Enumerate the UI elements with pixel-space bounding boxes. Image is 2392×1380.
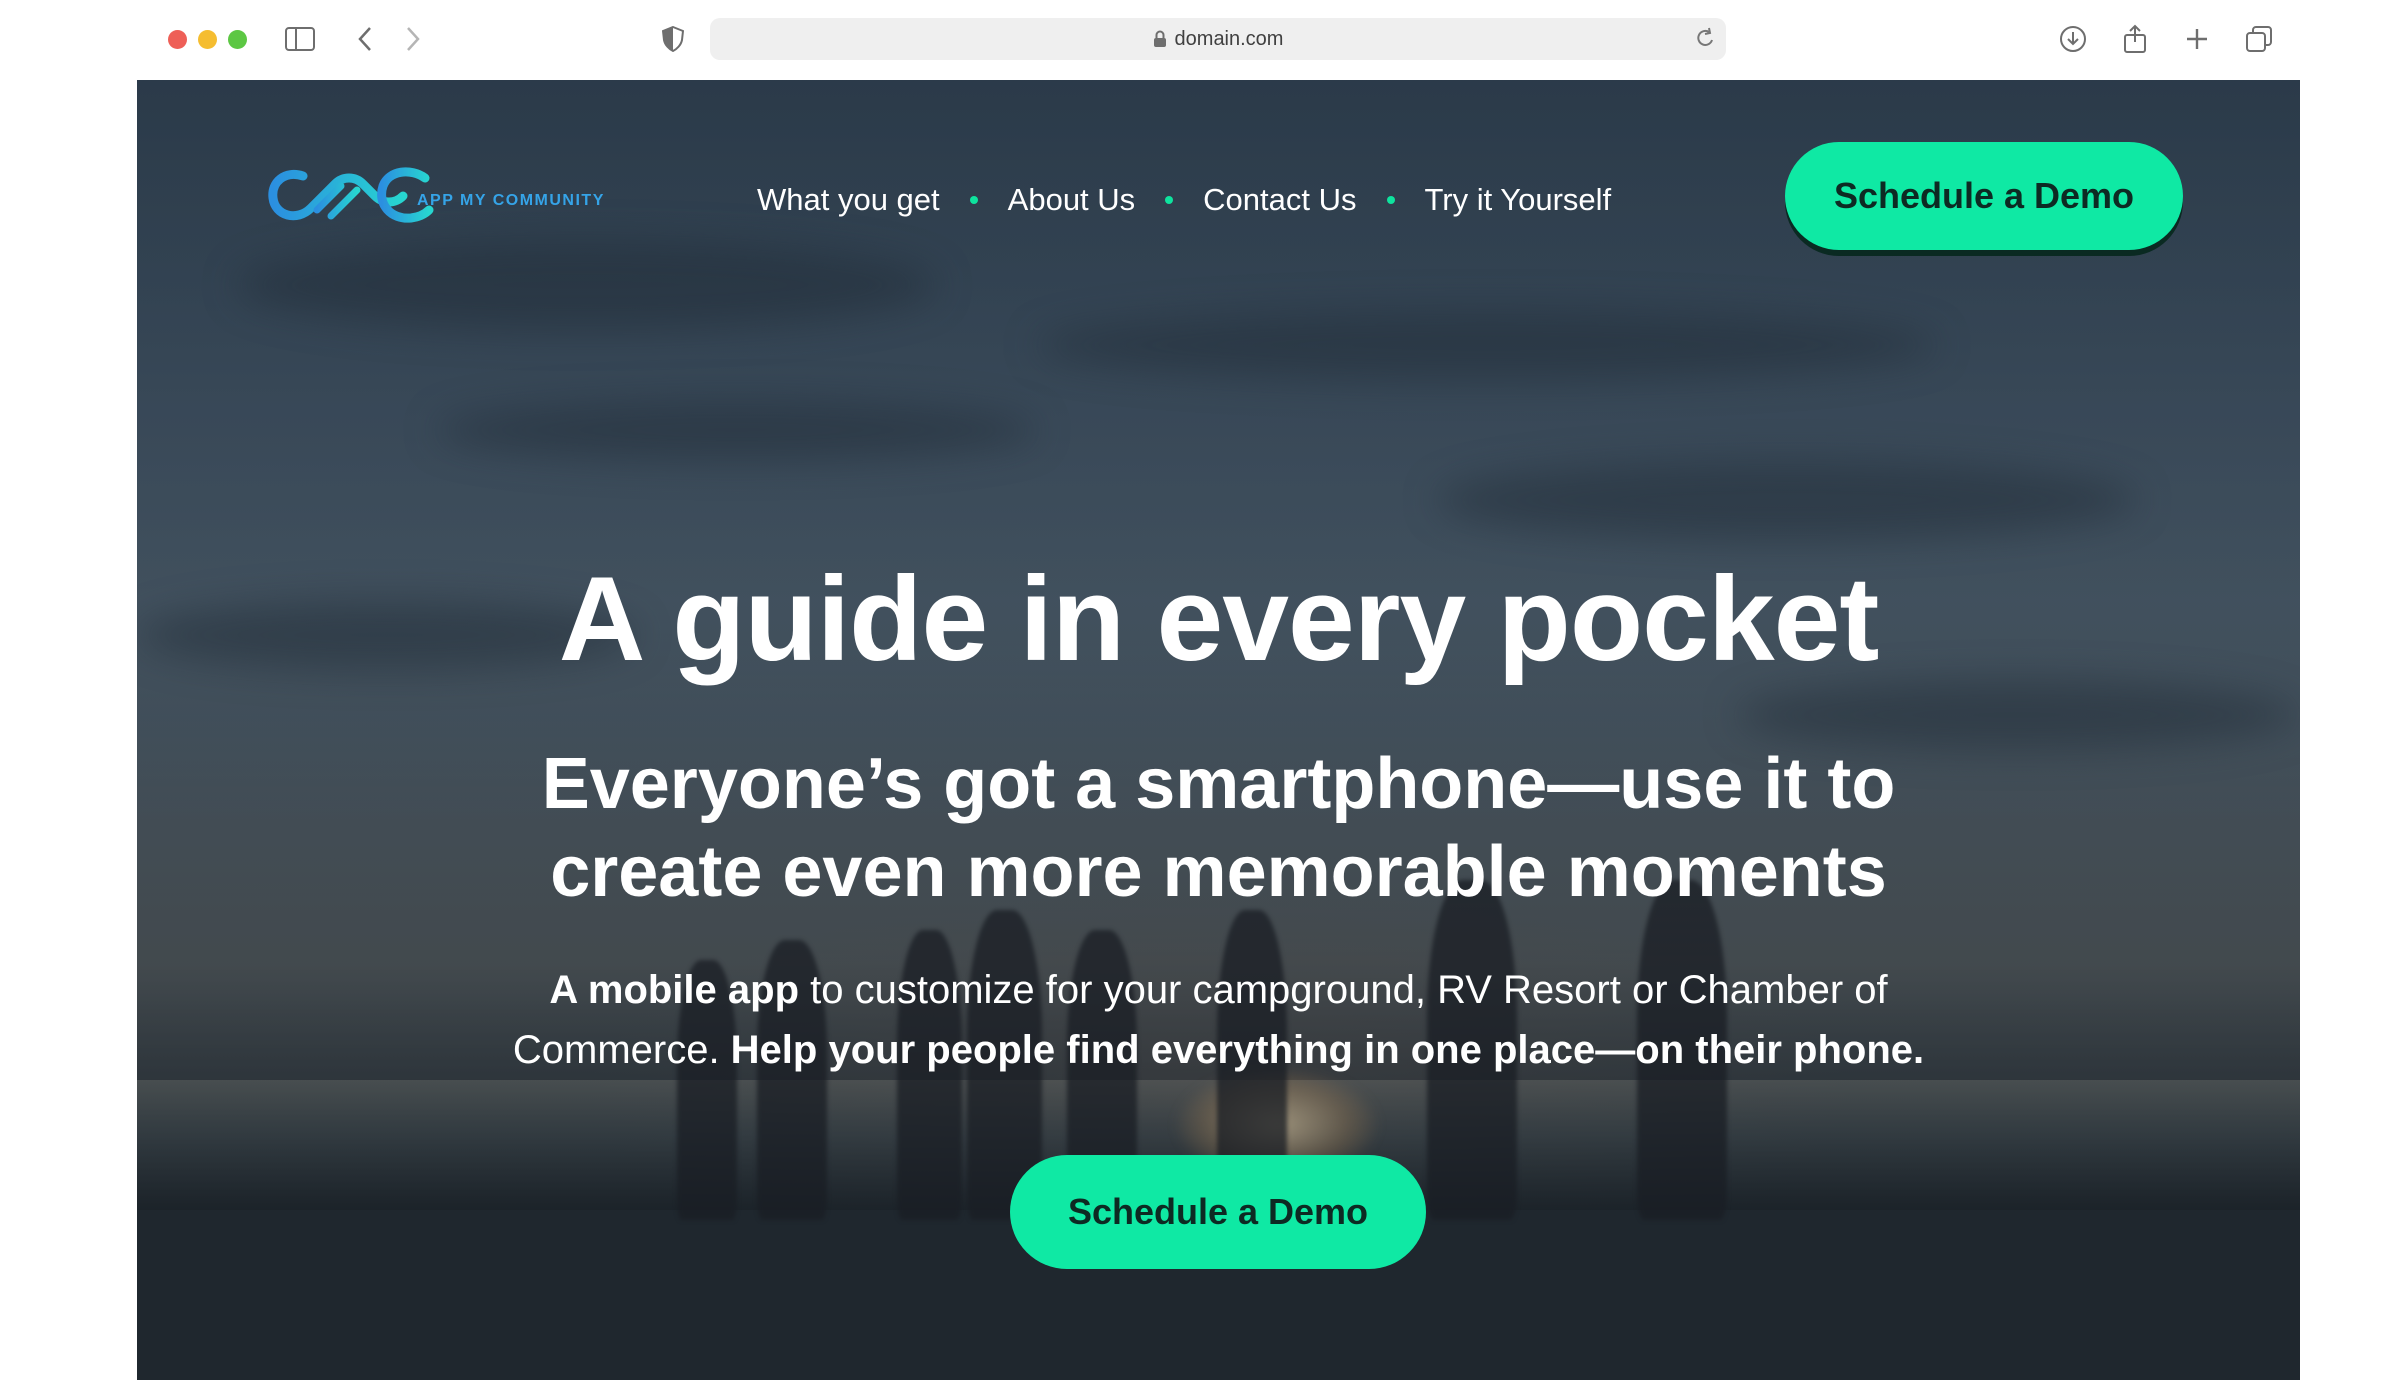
nav-separator-dot: [969, 196, 978, 204]
nav-contact-us[interactable]: Contact Us: [1203, 182, 1356, 218]
new-tab-icon[interactable]: [2180, 22, 2214, 56]
nav-what-you-get[interactable]: What you get: [757, 182, 940, 218]
tabs-overview-icon[interactable]: [2242, 22, 2276, 56]
logo-mark-icon: [268, 167, 434, 223]
privacy-shield-icon[interactable]: [656, 22, 690, 56]
hero-section: APP MY COMMUNITY What you get About Us C…: [137, 80, 2300, 1380]
minimize-window-button[interactable]: [198, 30, 217, 49]
sidebar-icon[interactable]: [283, 22, 317, 56]
close-window-button[interactable]: [168, 30, 187, 49]
nav-separator-dot: [1165, 196, 1174, 204]
main-nav: What you get About Us Contact Us Try it …: [757, 175, 1611, 225]
zoom-window-button[interactable]: [228, 30, 247, 49]
share-icon[interactable]: [2118, 22, 2152, 56]
hero-desc-highlight: A mobile app: [549, 968, 800, 1012]
forward-icon[interactable]: [396, 22, 430, 56]
hero-description: A mobile app to customize for your campg…: [467, 960, 1970, 1080]
nav-about-us[interactable]: About Us: [1008, 182, 1136, 218]
address-bar[interactable]: domain.com: [710, 18, 1726, 60]
back-icon[interactable]: [348, 22, 382, 56]
schedule-demo-hero-button[interactable]: Schedule a Demo: [1010, 1155, 1426, 1269]
browser-toolbar: domain.com: [0, 0, 2392, 80]
hero-subtitle: Everyone’s got a smartphone—use it to cr…: [541, 744, 1896, 912]
reload-icon[interactable]: [1694, 26, 1716, 56]
hero-desc-emphasis: Help your people find everything in one …: [730, 1028, 1925, 1072]
hero-title: A guide in every pocket: [558, 552, 1880, 686]
url-text: domain.com: [1174, 27, 1284, 50]
download-icon[interactable]: [2056, 22, 2090, 56]
nav-try-it-yourself[interactable]: Try it Yourself: [1425, 182, 1612, 218]
schedule-demo-header-button[interactable]: Schedule a Demo: [1785, 142, 2183, 250]
logo-text: APP MY COMMUNITY: [417, 192, 605, 209]
lock-icon: [1153, 30, 1167, 48]
nav-separator-dot: [1386, 196, 1395, 204]
